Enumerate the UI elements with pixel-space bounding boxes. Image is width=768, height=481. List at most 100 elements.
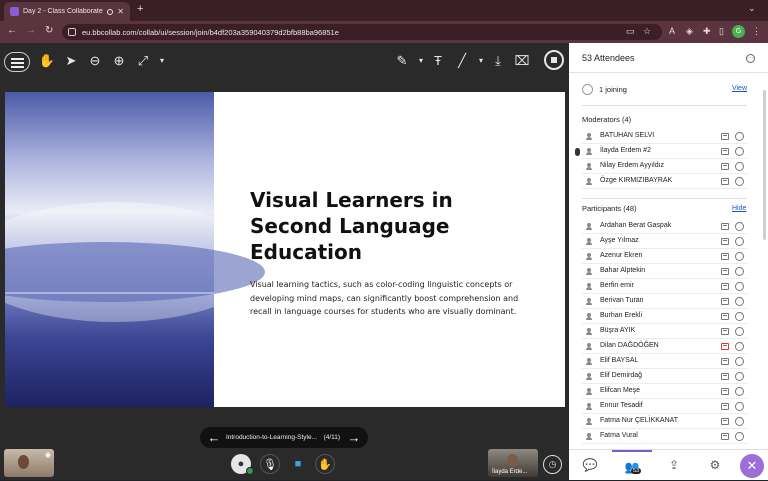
sidebar-icon[interactable]: ▯	[719, 26, 724, 37]
close-tab-icon[interactable]: ✕	[117, 7, 124, 16]
attendee-options-icon[interactable]	[735, 415, 744, 426]
shape-menu-chevron-icon[interactable]: ▾	[472, 52, 490, 70]
attendee-options-icon[interactable]	[735, 295, 744, 306]
participant-row[interactable]: Büşra AYIK	[582, 325, 748, 339]
moderator-row[interactable]: Özge KIRMIZIBAYRAK	[582, 175, 748, 189]
user-icon	[586, 283, 592, 290]
participant-row[interactable]: Elif Demirdağ	[582, 370, 748, 384]
pen-tool-icon[interactable]: ✎	[393, 52, 411, 70]
attendees-more-options-icon[interactable]: ···	[746, 54, 755, 63]
site-info-icon[interactable]	[68, 28, 76, 36]
url-text: eu.bbcollab.com/collab/ui/session/join/b…	[82, 27, 339, 37]
extension-2-icon[interactable]: ◈	[686, 26, 693, 37]
pen-menu-chevron-icon[interactable]: ▾	[412, 52, 430, 70]
forward-icon[interactable]: →	[26, 25, 36, 36]
reload-icon[interactable]: ↻	[45, 25, 53, 36]
attendee-options-icon[interactable]	[735, 385, 744, 396]
device-icon	[721, 268, 729, 275]
view-joining-link[interactable]: View	[732, 85, 747, 92]
participant-row[interactable]: Ardahan Berat Gaspak	[582, 220, 748, 234]
zoom-out-icon[interactable]: ⊖	[86, 52, 104, 70]
attendee-options-icon[interactable]	[735, 310, 744, 321]
zoom-menu-chevron-icon[interactable]: ▾	[153, 52, 171, 70]
download-icon[interactable]: ⤓	[489, 52, 507, 70]
participant-row[interactable]: Elifcan Meşe	[582, 385, 748, 399]
attendee-options-icon[interactable]	[735, 265, 744, 276]
attendee-options-icon[interactable]	[735, 160, 744, 171]
divider	[582, 105, 747, 106]
extensions-puzzle-icon[interactable]: ✚	[703, 26, 711, 37]
moderator-row[interactable]: BATUHAN SELVI	[582, 130, 748, 144]
device-icon	[721, 313, 729, 320]
extension-icon[interactable]: A	[669, 26, 675, 36]
attendee-options-icon[interactable]	[735, 145, 744, 156]
participant-row[interactable]: Ennur Tesadif	[582, 400, 748, 414]
close-panel-button[interactable]: ✕	[740, 454, 764, 478]
raise-hand-button[interactable]: ✋	[315, 454, 335, 474]
stop-sharing-button[interactable]	[544, 50, 564, 70]
fit-to-screen-icon[interactable]: ⤢	[134, 52, 152, 70]
participant-row[interactable]: Bahar Alptekin	[582, 265, 748, 279]
zoom-in-icon[interactable]: ⊕	[110, 52, 128, 70]
new-tab-button[interactable]: +	[137, 3, 143, 15]
participant-row[interactable]: Fatma Nur ÇELİKKANAT	[582, 415, 748, 429]
address-bar[interactable]: eu.bbcollab.com/collab/ui/session/join/b…	[62, 24, 662, 40]
participant-row[interactable]: Azenur Ekren	[582, 250, 748, 264]
attendee-options-icon[interactable]	[735, 400, 744, 411]
hide-participants-link[interactable]: Hide	[732, 205, 746, 212]
attendee-options-icon[interactable]	[735, 280, 744, 291]
participant-row[interactable]: Berivan Turan	[582, 295, 748, 309]
timer-clock-icon[interactable]: ◷	[543, 455, 562, 474]
user-icon	[586, 178, 592, 185]
profile-avatar[interactable]: G	[732, 25, 745, 38]
attendee-options-icon[interactable]	[735, 355, 744, 366]
joining-user-icon	[582, 84, 593, 95]
attendees-tab[interactable]: 👥	[612, 450, 652, 481]
moderator-row[interactable]: İlayda Erdem #2	[582, 145, 748, 159]
text-tool-icon[interactable]: Ŧ	[429, 52, 447, 70]
attendee-options-icon[interactable]	[735, 175, 744, 186]
next-slide-icon[interactable]: →	[346, 430, 362, 445]
eye-icon[interactable]: ◉	[45, 451, 51, 459]
browser-tab[interactable]: Day 2 - Class Collaborate ✕	[4, 2, 130, 21]
cast-icon[interactable]: ▭	[626, 26, 635, 37]
clear-annotations-icon[interactable]: ⌧	[513, 52, 531, 70]
pan-hand-icon[interactable]: ✋	[38, 52, 56, 70]
participant-row[interactable]: Fatma Vural	[582, 430, 748, 444]
tab-search-icon[interactable]: ⌄	[748, 3, 756, 14]
my-video-thumbnail[interactable]: ◉	[4, 449, 54, 477]
attendee-options-icon[interactable]	[735, 250, 744, 261]
attendee-options-icon[interactable]	[735, 220, 744, 231]
participant-row[interactable]: Ayşe Yılmaz	[582, 235, 748, 249]
attendee-options-icon[interactable]	[735, 235, 744, 246]
back-icon[interactable]: ←	[7, 25, 17, 36]
participant-row[interactable]: Dilan DAĞDÖĞEN	[582, 340, 748, 354]
participant-row[interactable]: Elif BAYSAL	[582, 355, 748, 369]
settings-gear-icon[interactable]: ⚙	[707, 457, 723, 473]
line-tool-icon[interactable]: ╱	[453, 52, 471, 70]
moderator-row[interactable]: Nilay Erdem Ayyıldız	[582, 160, 748, 174]
browser-menu-icon[interactable]: ⋮	[752, 26, 761, 37]
shared-slide: Visual Learners in Second Language Educa…	[5, 92, 565, 407]
participant-row[interactable]: Berfin emir	[582, 280, 748, 294]
active-speaker-video[interactable]: İlayda Erde...	[488, 449, 538, 477]
camera-on-button[interactable]: ■	[288, 454, 308, 474]
attendees-scrollbar[interactable]	[763, 90, 766, 240]
attendee-options-icon[interactable]	[735, 430, 744, 441]
attendees-title: 53 Attendees	[582, 53, 635, 63]
device-icon	[721, 418, 729, 425]
participant-row[interactable]: Burhan Erekli	[582, 310, 748, 324]
attendee-options-icon[interactable]	[735, 130, 744, 141]
recording-icon	[107, 8, 114, 15]
bookmark-star-icon[interactable]: ☆	[643, 26, 651, 37]
attendee-options-icon[interactable]	[735, 340, 744, 351]
chat-icon[interactable]: 💬	[582, 457, 598, 473]
previous-slide-icon[interactable]: ←	[206, 430, 222, 445]
share-content-icon[interactable]: ⇪	[666, 457, 682, 473]
select-pointer-icon[interactable]: ➤	[62, 52, 80, 70]
attendee-name: Elif BAYSAL	[600, 357, 639, 364]
user-icon	[586, 358, 592, 365]
attendee-options-icon[interactable]	[735, 370, 744, 381]
microphone-off-button[interactable]: 🎙	[260, 454, 280, 474]
attendee-options-icon[interactable]	[735, 325, 744, 336]
